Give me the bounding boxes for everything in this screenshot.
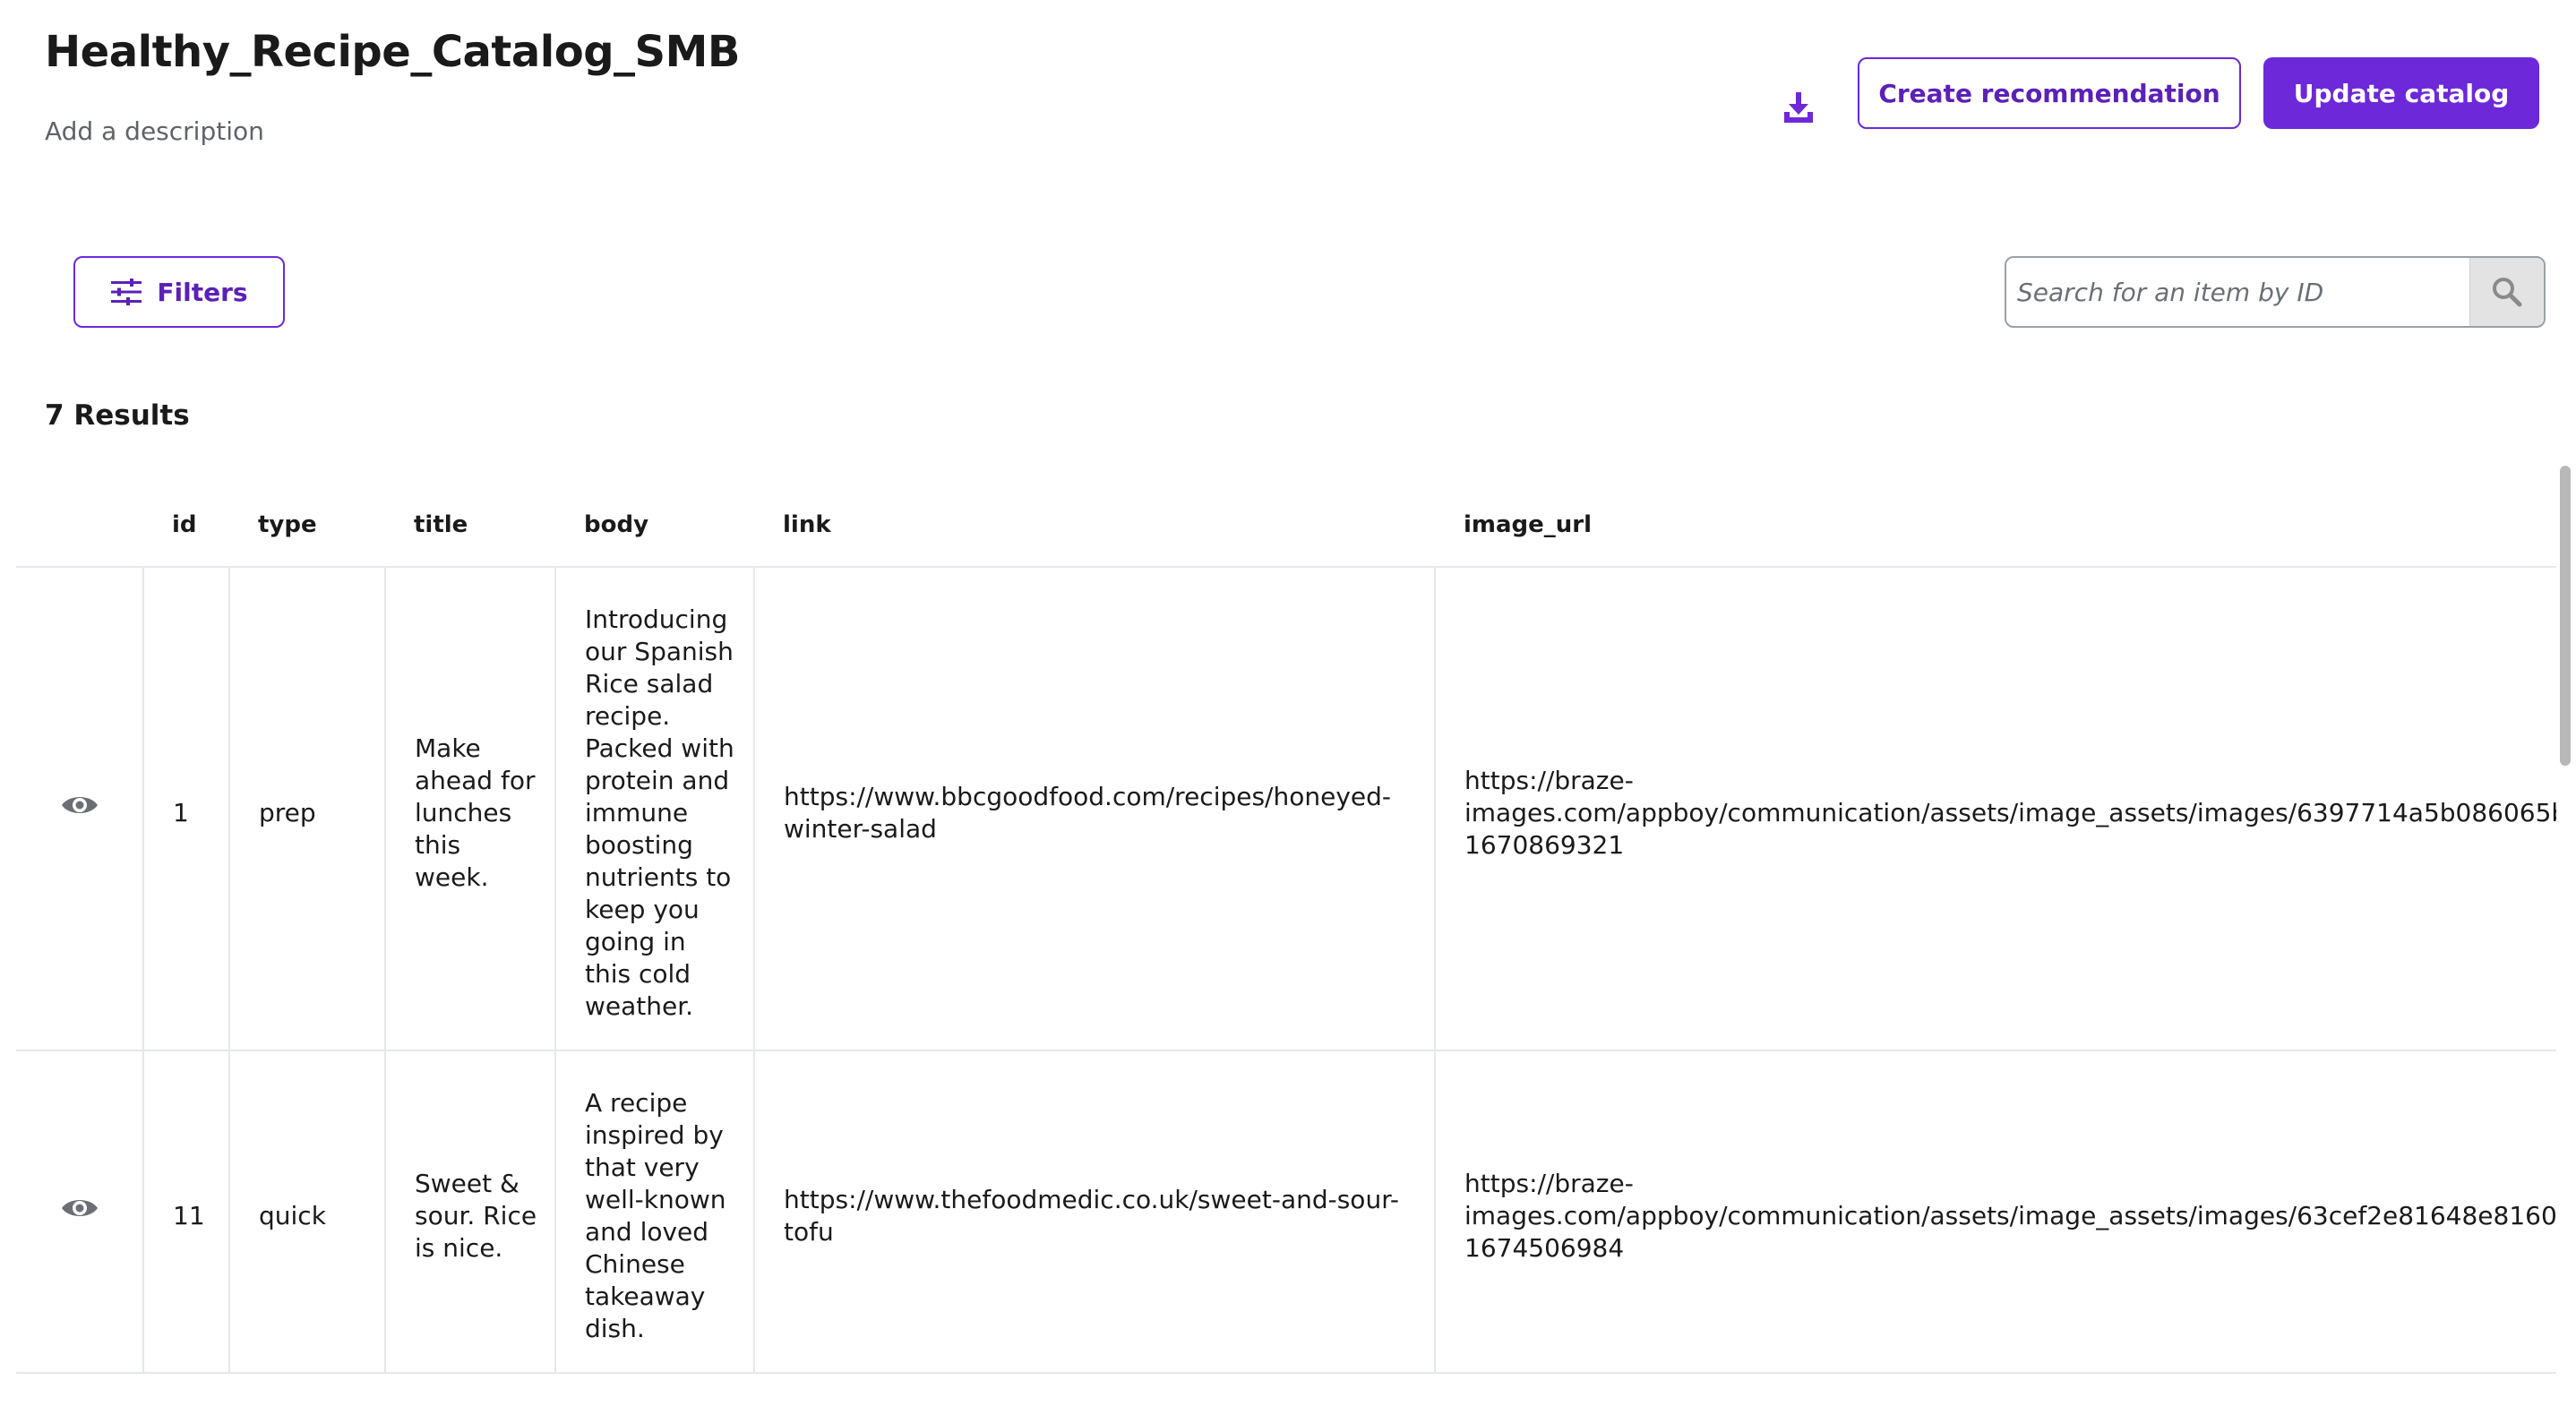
table-row: 1 prep Make ahead for lunches this week.… <box>16 567 2556 1051</box>
cell-id: 1 <box>143 567 230 1051</box>
cell-title: Sweet & sour. Rice is nice. <box>385 1050 556 1374</box>
preview-cell <box>16 567 144 1051</box>
add-description-link[interactable]: Add a description <box>45 116 264 146</box>
preview-cell <box>16 1050 144 1374</box>
cell-title: Make ahead for lunches this week. <box>385 567 556 1051</box>
column-header-body: body <box>555 484 754 568</box>
cell-type: prep <box>229 567 386 1051</box>
filters-label: Filters <box>157 277 248 307</box>
search-button[interactable] <box>2469 258 2544 326</box>
cell-image-url: https://braze- images.com/appboy/communi… <box>1435 1050 2556 1374</box>
search-box <box>2005 256 2546 328</box>
column-header-image-url: image_url <box>1435 484 2556 568</box>
sliders-icon <box>111 279 142 305</box>
column-header-type: type <box>229 484 385 568</box>
cell-id: 11 <box>143 1050 230 1374</box>
cell-body: Introducing our Spanish Rice salad recip… <box>555 567 755 1051</box>
filters-button[interactable]: Filters <box>73 256 285 328</box>
search-icon <box>2493 278 2522 307</box>
column-header-link: link <box>754 484 1435 568</box>
column-header-preview <box>16 484 143 568</box>
cell-link: https://www.bbcgoodfood.com/recipes/hone… <box>754 567 1436 1051</box>
preview-button[interactable] <box>60 1195 99 1222</box>
download-icon <box>1784 92 1813 123</box>
search-input[interactable] <box>2006 258 2469 326</box>
catalog-table: id type title body link image_url 1 prep… <box>16 484 2556 1374</box>
eye-icon <box>61 796 98 813</box>
results-count: 7 Results <box>45 399 190 432</box>
table-header-row: id type title body link image_url <box>16 484 2556 568</box>
update-catalog-button[interactable]: Update catalog <box>2263 57 2539 129</box>
cell-type: quick <box>229 1050 386 1374</box>
cell-image-url: https://braze- images.com/appboy/communi… <box>1435 567 2556 1051</box>
cell-body: A recipe inspired by that very well-know… <box>555 1050 755 1374</box>
page-title: Healthy_Recipe_Catalog_SMB <box>45 27 740 77</box>
cell-link: https://www.thefoodmedic.co.uk/sweet-and… <box>754 1050 1436 1374</box>
catalog-page: Healthy_Recipe_Catalog_SMB Add a descrip… <box>0 0 2576 1406</box>
download-button[interactable] <box>1778 86 1819 127</box>
vertical-scrollbar[interactable] <box>2560 466 2571 766</box>
column-header-id: id <box>143 484 229 568</box>
eye-icon <box>61 1199 98 1216</box>
create-recommendation-button[interactable]: Create recommendation <box>1858 57 2241 129</box>
column-header-title: title <box>385 484 555 568</box>
catalog-table-container: id type title body link image_url 1 prep… <box>16 484 2556 1406</box>
table-row: 11 quick Sweet & sour. Rice is nice. A r… <box>16 1050 2556 1374</box>
preview-button[interactable] <box>60 792 99 819</box>
